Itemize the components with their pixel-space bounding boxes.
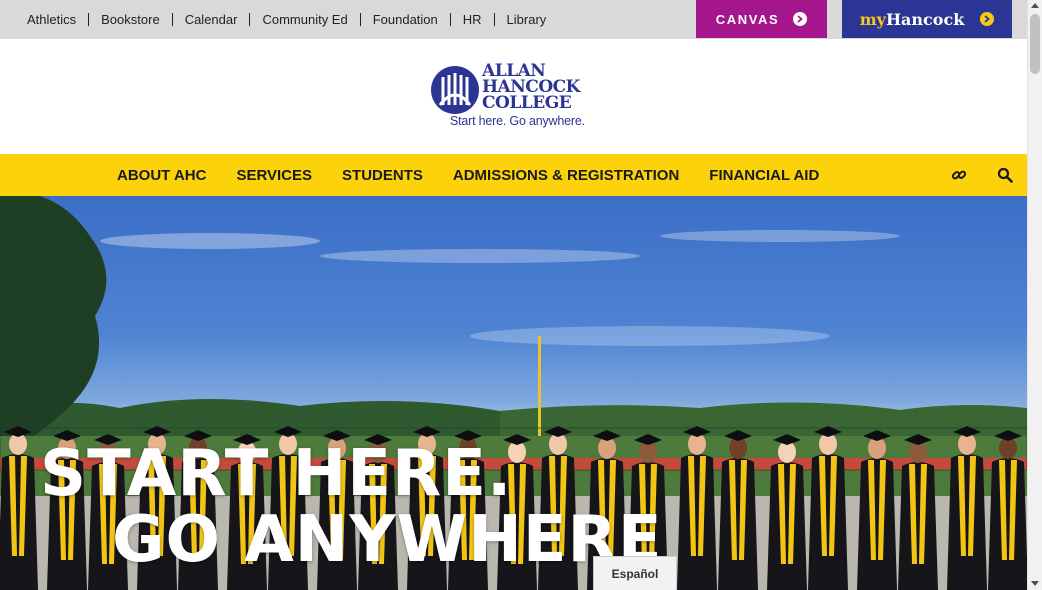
- scroll-up-arrow-icon[interactable]: [1031, 3, 1039, 8]
- utility-link-foundation[interactable]: Foundation: [361, 13, 451, 26]
- graduate-figure: [767, 434, 807, 590]
- nav-item-students[interactable]: STUDENTS: [327, 167, 438, 184]
- hero-headline: START HERE. GO ANYWHERE: [40, 441, 663, 573]
- logo-tagline: Start here. Go anywhere.: [450, 114, 585, 128]
- scroll-down-arrow-icon[interactable]: [1031, 581, 1039, 586]
- utility-links: Athletics Bookstore Calendar Community E…: [15, 0, 558, 39]
- college-logo[interactable]: ALLAN HANCOCK COLLEGE Start here. Go any…: [430, 63, 600, 131]
- myhancock-suffix: Hancock: [885, 9, 965, 29]
- page-scrollbar[interactable]: [1027, 0, 1042, 590]
- link-icon[interactable]: [950, 166, 968, 184]
- scroll-thumb[interactable]: [1030, 14, 1040, 74]
- canvas-button-label: CANVAS: [715, 11, 780, 27]
- graduate-figure: [898, 434, 938, 590]
- language-toggle[interactable]: Español: [593, 556, 677, 590]
- utility-link-hr[interactable]: HR: [451, 13, 495, 26]
- canvas-button[interactable]: CANVAS: [696, 0, 827, 38]
- nav-item-admissions[interactable]: ADMISSIONS & REGISTRATION: [438, 167, 694, 184]
- nav-item-about-ahc[interactable]: ABOUT AHC: [102, 167, 221, 184]
- search-icon[interactable]: [996, 166, 1014, 184]
- hero-banner: START HERE. GO ANYWHERE: [0, 196, 1027, 590]
- nav-item-services[interactable]: SERVICES: [221, 167, 327, 184]
- utility-link-community-ed[interactable]: Community Ed: [250, 13, 361, 26]
- college-name: ALLAN HANCOCK COLLEGE: [482, 63, 580, 113]
- college-name-line3: COLLEGE: [482, 93, 572, 113]
- utility-link-bookstore[interactable]: Bookstore: [89, 13, 173, 26]
- graduate-figure: [0, 426, 38, 590]
- graduate-figure: [808, 426, 848, 590]
- hero-headline-line2: GO ANYWHERE: [112, 503, 663, 577]
- myhancock-button[interactable]: myHancock: [842, 0, 1012, 38]
- logo-band: ALLAN HANCOCK COLLEGE Start here. Go any…: [0, 39, 1027, 154]
- arrow-circle-icon: [793, 12, 808, 26]
- main-nav: ABOUT AHC SERVICES STUDENTS ADMISSIONS &…: [0, 154, 1027, 196]
- graduate-figure: [718, 430, 758, 590]
- arrow-circle-icon: [980, 12, 995, 26]
- graduate-figure: [988, 430, 1027, 590]
- myhancock-button-label: myHancock: [860, 10, 965, 29]
- hero-headline-line1: START HERE.: [40, 437, 513, 511]
- college-seal-icon: [431, 66, 479, 114]
- myhancock-prefix: my: [859, 9, 886, 29]
- graduate-figure: [677, 426, 717, 590]
- utility-link-calendar[interactable]: Calendar: [173, 13, 251, 26]
- nav-item-financial-aid[interactable]: FINANCIAL AID: [694, 167, 834, 184]
- graduate-figure: [947, 426, 987, 590]
- graduate-figure: [857, 430, 897, 590]
- nav-items: ABOUT AHC SERVICES STUDENTS ADMISSIONS &…: [102, 154, 834, 196]
- utility-link-athletics[interactable]: Athletics: [15, 13, 90, 26]
- utility-link-library[interactable]: Library: [495, 13, 559, 26]
